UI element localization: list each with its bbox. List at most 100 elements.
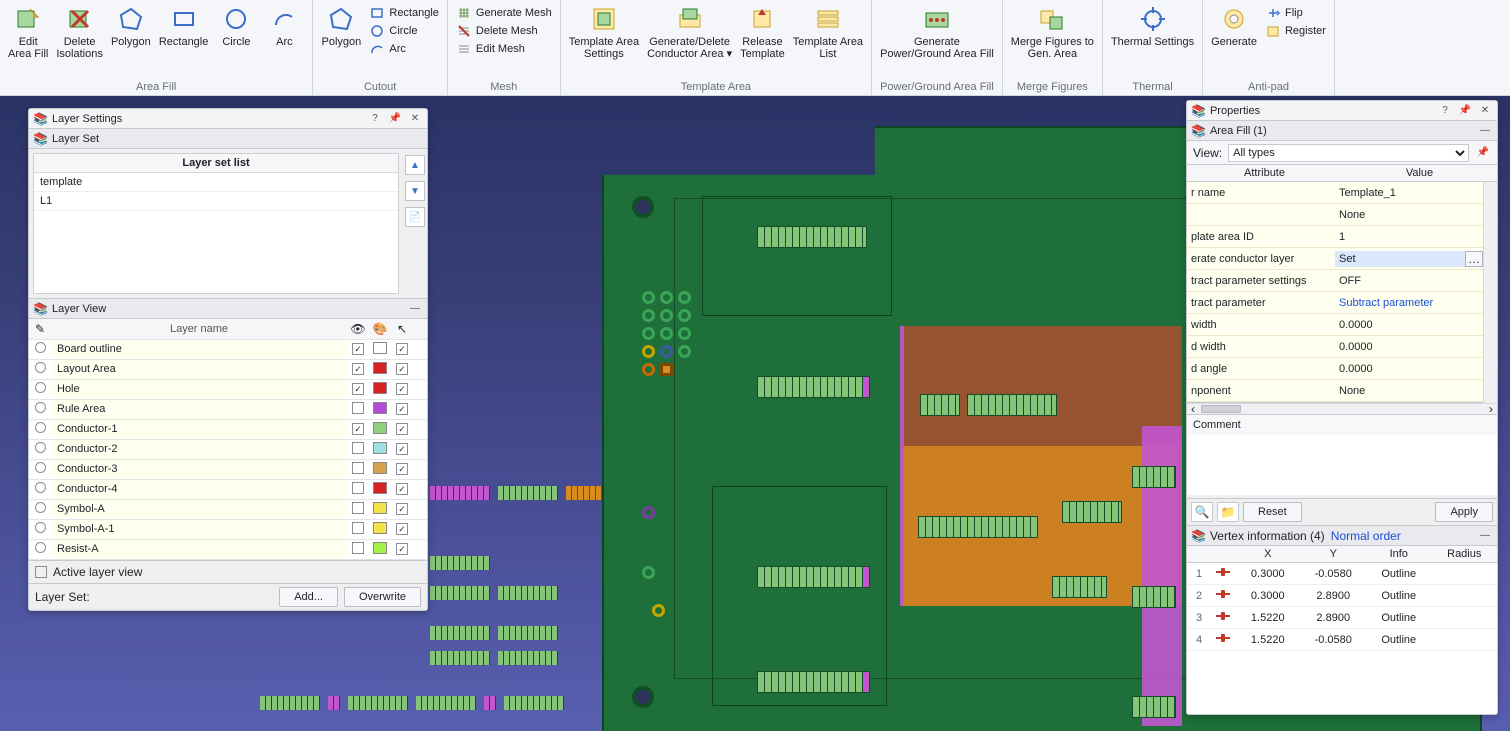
circle[interactable]: Circle [214,2,258,48]
property-row[interactable]: tract parameter settingsOFF [1187,270,1483,292]
property-row[interactable]: width0.0000 [1187,314,1483,336]
cutout-rectangle[interactable]: Rectangle [367,4,441,22]
select-checkbox[interactable] [396,503,408,515]
color-swatch[interactable] [373,382,387,394]
select-checkbox[interactable] [396,523,408,535]
edit-mesh[interactable]: Edit Mesh [454,40,554,58]
color-swatch[interactable] [373,522,387,534]
layer-radio[interactable] [35,442,46,453]
move-down-button[interactable]: ▼ [405,181,425,201]
layer-row[interactable]: Conductor-2 [29,439,427,459]
rectangle[interactable]: Rectangle [157,2,211,48]
close-icon[interactable]: ✕ [1477,103,1493,119]
select-checkbox[interactable] [396,483,408,495]
color-swatch[interactable] [373,462,387,474]
comment-textarea[interactable] [1187,435,1497,495]
property-row[interactable]: erate conductor layerSet… [1187,248,1483,270]
layer-radio[interactable] [35,462,46,473]
property-row[interactable]: d width0.0000 [1187,336,1483,358]
layer-set-row[interactable]: template [34,173,398,192]
layer-row[interactable]: Conductor-1 [29,419,427,439]
visible-checkbox[interactable] [352,442,364,454]
layer-set-list[interactable]: Layer set list templateL1 [33,153,399,294]
layer-radio[interactable] [35,422,46,433]
color-swatch[interactable] [373,442,387,454]
layer-row[interactable]: Hole [29,379,427,399]
close-icon[interactable]: ✕ [407,111,423,127]
layer-set-row[interactable]: L1 [34,192,398,211]
cutout-arc[interactable]: Arc [367,40,441,58]
layer-radio[interactable] [35,382,46,393]
visible-checkbox[interactable] [352,502,364,514]
property-row[interactable]: tract parameterSubtract parameter [1187,292,1483,314]
vertex-row[interactable]: 41.5220-0.0580Outline [1187,629,1497,651]
prop-value[interactable]: Set… [1335,251,1483,267]
visible-checkbox[interactable] [352,542,364,554]
select-checkbox[interactable] [396,463,408,475]
property-row[interactable]: nponentNone [1187,380,1483,402]
visible-checkbox[interactable] [352,363,364,375]
prop-value[interactable]: 1 [1335,231,1483,243]
pin-icon[interactable]: 📌 [1457,103,1473,119]
polygon[interactable]: Polygon [109,2,153,48]
zoom-icon[interactable]: 🔍 [1191,502,1213,522]
prop-value[interactable]: 0.0000 [1335,341,1483,353]
ellipsis-button[interactable]: … [1465,251,1483,267]
help-icon[interactable]: ? [1437,103,1453,119]
property-row[interactable]: None [1187,204,1483,226]
generate-delete-conductor-area[interactable]: Generate/Delete Conductor Area ▾ [645,2,734,60]
add-button[interactable]: Add... [279,587,338,607]
layer-row[interactable]: Conductor-4 [29,479,427,499]
layer-row[interactable]: Symbol-A-1 [29,519,427,539]
layer-row[interactable]: Rule Area [29,399,427,419]
color-swatch[interactable] [373,542,387,554]
edit-area-fill[interactable]: Edit Area Fill [6,2,50,60]
move-up-button[interactable]: ▲ [405,155,425,175]
color-swatch[interactable] [373,482,387,494]
visible-checkbox[interactable] [352,383,364,395]
pin-icon[interactable]: 📌 [387,111,403,127]
prop-value[interactable]: 0.0000 [1335,319,1483,331]
vertex-row[interactable]: 10.3000-0.0580Outline [1187,563,1497,585]
template-area-settings[interactable]: Template Area Settings [567,2,641,60]
prop-value[interactable]: 0.0000 [1335,363,1483,375]
release-template[interactable]: Release Template [738,2,787,60]
thermal-settings[interactable]: Thermal Settings [1109,2,1196,48]
minimize-icon[interactable]: — [407,301,423,317]
color-swatch[interactable] [373,502,387,514]
view-select[interactable]: All types [1228,144,1469,162]
select-checkbox[interactable] [396,423,408,435]
property-row[interactable]: d angle0.0000 [1187,358,1483,380]
layer-row[interactable]: Symbol-A [29,499,427,519]
layer-radio[interactable] [35,502,46,513]
apply-button[interactable]: Apply [1435,502,1493,522]
pin-view-icon[interactable]: 📌 [1475,145,1491,161]
select-checkbox[interactable] [396,363,408,375]
scrollbar[interactable] [1483,182,1497,403]
property-row[interactable]: plate area ID1 [1187,226,1483,248]
visible-checkbox[interactable] [352,462,364,474]
help-icon[interactable]: ? [367,111,383,127]
h-scrollbar[interactable]: ‹ › [1187,403,1497,415]
layer-radio[interactable] [35,482,46,493]
minimize-icon[interactable]: — [1477,528,1493,544]
select-checkbox[interactable] [396,383,408,395]
delete-isolations[interactable]: Delete Isolations [54,2,104,60]
layer-radio[interactable] [35,342,46,353]
vertex-row[interactable]: 31.52202.8900Outline [1187,607,1497,629]
layer-radio[interactable] [35,402,46,413]
merge-figures-to-gen-area[interactable]: Merge Figures to Gen. Area [1009,2,1096,60]
color-swatch[interactable] [373,422,387,434]
cutout-polygon[interactable]: Polygon [319,2,363,48]
layer-radio[interactable] [35,362,46,373]
antipad-generate[interactable]: Generate [1209,2,1259,48]
cutout-circle[interactable]: Circle [367,22,441,40]
select-checkbox[interactable] [396,343,408,355]
folder-icon[interactable]: 📁 [1217,502,1239,522]
active-layer-checkbox[interactable] [35,566,47,578]
prop-value[interactable]: Template_1 [1335,187,1483,199]
property-row[interactable]: r nameTemplate_1 [1187,182,1483,204]
select-checkbox[interactable] [396,543,408,555]
color-swatch[interactable] [373,402,387,414]
overwrite-button[interactable]: Overwrite [344,587,421,607]
